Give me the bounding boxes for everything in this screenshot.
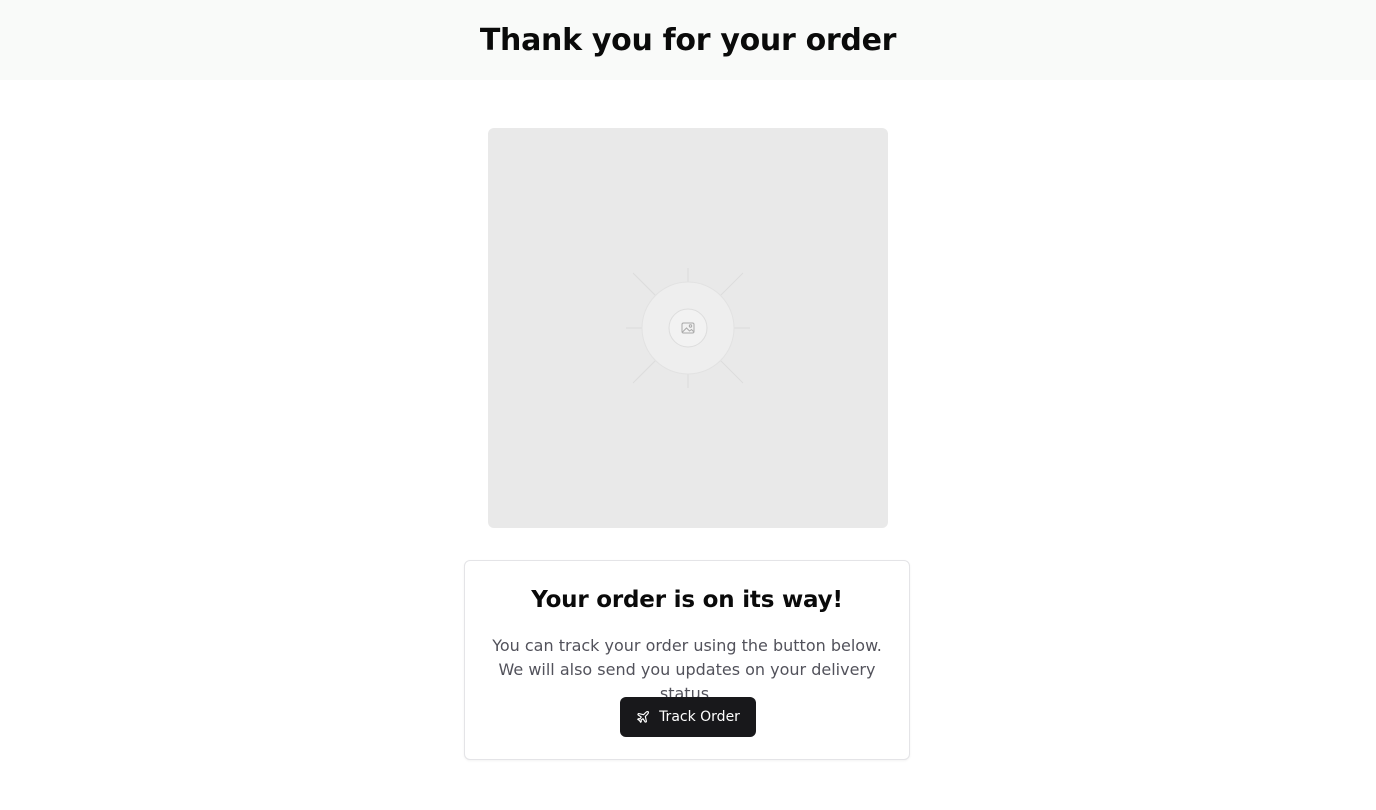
track-order-button[interactable]: Track Order bbox=[620, 697, 756, 737]
plane-icon bbox=[636, 710, 650, 724]
track-order-label: Track Order bbox=[659, 709, 740, 725]
image-icon bbox=[626, 268, 750, 388]
page-title: Thank you for your order bbox=[479, 22, 897, 58]
page-header: Thank you for your order bbox=[0, 0, 1376, 80]
card-description: You can track your order using the butto… bbox=[492, 636, 882, 703]
card-title: Your order is on its way! bbox=[531, 587, 843, 613]
order-image-placeholder bbox=[488, 128, 888, 528]
order-status-card: Your order is on its way! You can track … bbox=[464, 560, 910, 760]
